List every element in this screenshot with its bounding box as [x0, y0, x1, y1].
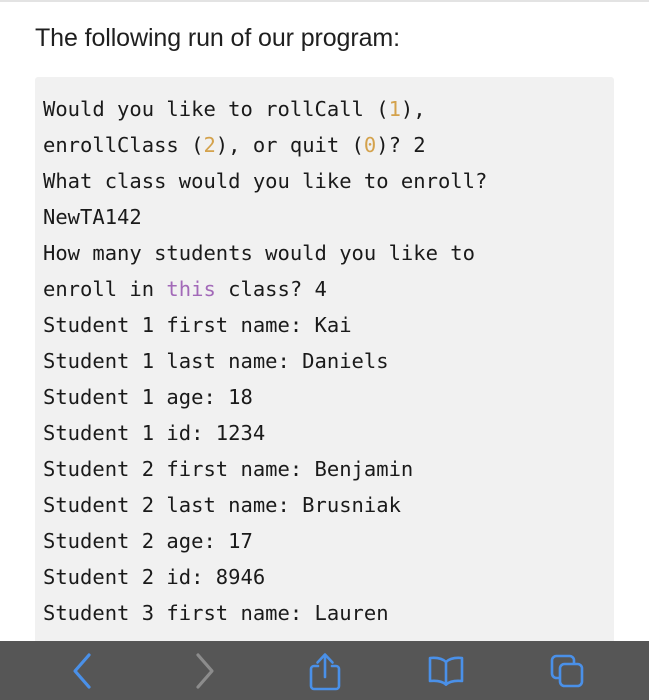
code-token-plain: Student 2 first name: Benjamin	[43, 457, 414, 481]
code-token-plain: What class would you like to enroll?	[43, 169, 488, 193]
code-token-number: 0	[363, 133, 377, 157]
bookmarks-button[interactable]	[415, 647, 477, 695]
code-token-plain: Student 3 first name: Lauren	[43, 601, 389, 625]
code-token-plain: ),	[400, 97, 426, 121]
code-token-plain: class? 4	[215, 277, 327, 301]
tabs-icon	[548, 652, 586, 690]
article-content-area: The following run of our program: Would …	[0, 2, 649, 641]
code-token-plain: Would you like to rollCall (	[43, 97, 389, 121]
code-token-plain: Student 2 age: 17	[43, 529, 253, 553]
code-block: Would you like to rollCall (1), enrollCl…	[35, 77, 614, 641]
code-transcript-text: Would you like to rollCall (1), enrollCl…	[43, 91, 614, 631]
code-token-plain: Student 1 id: 1234	[43, 421, 266, 445]
back-button[interactable]	[52, 647, 114, 695]
share-button[interactable]	[294, 647, 356, 695]
chevron-right-icon	[191, 651, 217, 691]
code-token-plain: Student 1 age: 18	[43, 385, 253, 409]
share-icon	[308, 650, 342, 692]
browser-toolbar	[0, 641, 649, 700]
code-token-plain: Student 2 id: 8946	[43, 565, 266, 589]
chevron-left-icon	[70, 651, 96, 691]
code-token-plain: ), or quit (	[215, 133, 364, 157]
code-token-plain: Student 1 last name: Daniels	[43, 349, 389, 373]
code-token-plain: Student 1 first name: Kai	[43, 313, 352, 337]
code-token-number: 2	[203, 133, 216, 157]
code-token-plain: How many students would you like to	[43, 241, 475, 265]
code-token-number: 1	[388, 97, 401, 121]
code-token-plain: )? 2	[376, 133, 426, 157]
forward-button[interactable]	[173, 647, 235, 695]
code-token-plain: enroll in	[43, 277, 167, 301]
code-token-plain: NewTA142	[43, 205, 142, 229]
code-token-plain: enrollClass (	[43, 133, 204, 157]
intro-paragraph: The following run of our program:	[35, 24, 400, 52]
tabs-button[interactable]	[536, 647, 598, 695]
code-token-plain: Student 2 last name: Brusniak	[43, 493, 401, 517]
book-icon	[426, 654, 466, 688]
code-token-keyword: this	[166, 277, 216, 301]
